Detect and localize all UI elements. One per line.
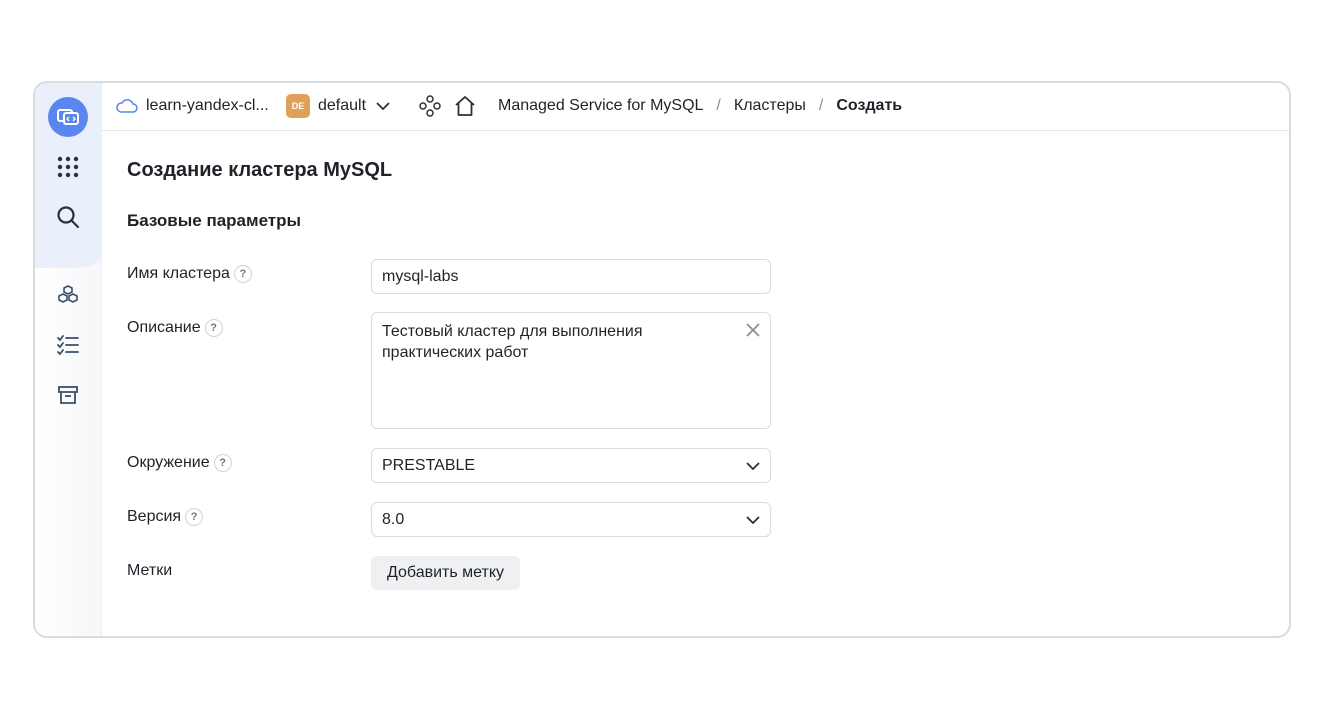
main-content: Создание кластера MySQL Базовые параметр…	[127, 131, 1289, 636]
breadcrumb-service[interactable]: Managed Service for MySQL	[498, 97, 703, 115]
description-label-text: Описание	[127, 319, 201, 336]
description-textarea[interactable]: Тестовый кластер для выполнения практиче…	[371, 312, 771, 429]
left-sidebar	[35, 83, 102, 636]
help-icon[interactable]: ?	[213, 454, 232, 472]
version-label-text: Версия	[127, 508, 182, 525]
folder-selector[interactable]: DE default	[286, 83, 390, 129]
checklist-icon[interactable]	[55, 332, 81, 358]
cubes-icon[interactable]	[55, 282, 81, 308]
folder-badge: DE	[286, 94, 310, 118]
help-icon[interactable]: ?	[233, 265, 252, 283]
search-icon[interactable]	[55, 204, 81, 230]
chevron-down-icon	[376, 102, 390, 111]
environment-select[interactable]: PRESTABLE	[371, 448, 771, 483]
breadcrumb: Managed Service for MySQL / Кластеры / С…	[498, 83, 902, 129]
add-label-button[interactable]: Добавить метку	[371, 556, 521, 590]
help-icon[interactable]: ?	[185, 508, 204, 526]
labels-label-text: Метки	[127, 562, 173, 579]
breadcrumb-separator: /	[818, 97, 824, 114]
breadcrumb-clusters[interactable]: Кластеры	[734, 97, 806, 115]
environment-value: PRESTABLE	[382, 456, 476, 474]
chevron-down-icon	[746, 515, 760, 524]
version-select[interactable]: 8.0	[371, 502, 771, 537]
folder-name: default	[318, 97, 367, 114]
labels-label: Метки	[127, 562, 172, 580]
cloud-icon	[116, 99, 138, 113]
chevron-down-icon	[746, 461, 760, 470]
home-icon[interactable]	[454, 83, 476, 129]
breadcrumb-current: Создать	[836, 97, 903, 114]
environment-label-text: Окружение	[127, 454, 210, 471]
cloud-selector[interactable]: learn-yandex-cl...	[116, 83, 269, 129]
version-label: Версия ?	[127, 508, 204, 526]
cluster-name-value: mysql-labs	[382, 267, 459, 285]
console-logo-icon[interactable]	[48, 97, 88, 137]
environment-label: Окружение ?	[127, 454, 232, 472]
breadcrumb-separator: /	[716, 97, 721, 114]
cluster-name-label-text: Имя кластера	[127, 265, 230, 282]
section-title: Базовые параметры	[127, 211, 302, 230]
cluster-name-input[interactable]: mysql-labs	[371, 259, 771, 294]
cloud-name: learn-yandex-cl...	[146, 97, 269, 114]
cluster-name-label: Имя кластера ?	[127, 265, 252, 283]
services-icon[interactable]	[419, 83, 441, 129]
archive-icon[interactable]	[55, 382, 81, 408]
help-icon[interactable]: ?	[204, 319, 223, 337]
top-header: learn-yandex-cl... DE default Managed Se…	[102, 83, 1289, 131]
page-title: Создание кластера MySQL	[127, 159, 393, 181]
description-value: Тестовый кластер для выполнения практиче…	[382, 323, 643, 361]
version-value: 8.0	[382, 510, 405, 528]
console-window: learn-yandex-cl... DE default Managed Se…	[33, 81, 1291, 638]
apps-grid-icon[interactable]	[55, 154, 81, 180]
close-icon[interactable]	[744, 321, 762, 339]
description-label: Описание ?	[127, 319, 223, 337]
